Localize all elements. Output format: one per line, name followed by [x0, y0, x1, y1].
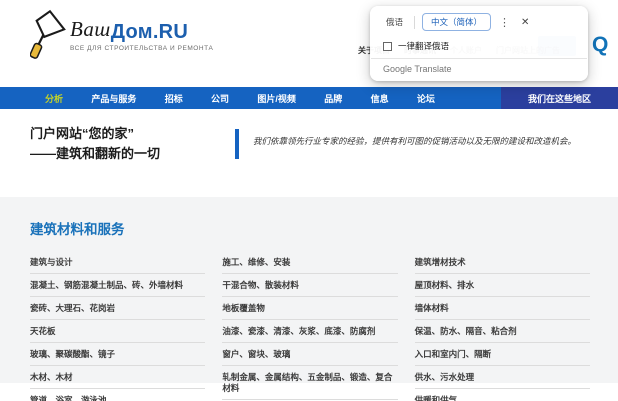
service-link[interactable]: 木材、木材 [30, 366, 206, 390]
service-link[interactable]: 天花板 [30, 320, 206, 344]
services-column-2: 施工、维修、安装 干混合物、散装材料 地板覆盖物 油漆、瓷漆、清漆、灰浆、底漆、防腐剂… [222, 251, 398, 401]
service-link[interactable]: 油漆、瓷漆、清漆、灰浆、底漆、防腐剂 [222, 320, 398, 344]
site-logo[interactable]: Ваш Дом.RU ВСЕ ДЛЯ СТРОИТЕЛЬСТВА И РЕМОНТ… [30, 9, 213, 61]
services-section: 建筑材料和服务 建筑与设计 混凝土、钢筋混凝土制品、砖、外墙材料 瓷砖、大理石、花岗… [0, 197, 618, 401]
service-link[interactable]: 混凝土、钢筋混凝土制品、砖、外墙材料 [30, 274, 206, 298]
services-title: 建筑材料和服务 [30, 222, 125, 237]
translate-target-tab[interactable]: 中文（简体） [422, 13, 492, 31]
nav-item[interactable]: 公司 [211, 92, 229, 105]
hero: 门户网站“您的家” ——建筑和翻新的一切 我们依靠领先行业专家的经验，提供有利可… [0, 109, 618, 197]
services-column-3: 建筑增材技术 屋顶材料、排水 墙体材料 保温、防水、隔音、粘合剂 入口和室内门、隔断 供水… [414, 251, 590, 401]
trowel-icon [30, 9, 66, 59]
service-link[interactable]: 建筑增材技术 [414, 251, 590, 275]
close-icon[interactable]: ✕ [521, 17, 529, 28]
service-link[interactable]: 墙体材料 [414, 297, 590, 321]
kebab-menu-icon[interactable]: ⋮ [499, 16, 510, 29]
google-translate-popup: 俄语 中文（简体） ⋮ ✕ 一律翻译俄语 Google Translate [370, 6, 588, 81]
hero-quote: 我们依靠领先行业专家的经验，提供有利可图的促销活动以及无限的建设和改造机会。 [235, 129, 618, 197]
services-column-1: 建筑与设计 混凝土、钢筋混凝土制品、砖、外墙材料 瓷砖、大理石、花岗岩 天花板 玻璃、聚… [30, 251, 206, 401]
service-link[interactable]: 瓷砖、大理石、花岗岩 [30, 297, 206, 321]
google-translate-brand: Google Translate [383, 64, 452, 74]
always-translate-checkbox[interactable] [383, 41, 392, 51]
service-link[interactable]: 轧制金属、金属结构、五金制品、锻造、复合材料 [222, 366, 398, 401]
service-link[interactable]: 供暖和供气 [415, 389, 590, 401]
page-title: 门户网站“您的家” ——建筑和翻新的一切 [30, 126, 161, 162]
service-link[interactable]: 干混合物、散装材料 [222, 274, 398, 298]
translate-source-tab[interactable]: 俄语 [382, 13, 407, 31]
nav-item-regions[interactable]: 我们在这些地区 [500, 87, 618, 109]
logo-word-dom: Дом.RU [110, 21, 189, 43]
nav-item[interactable]: 论坛 [417, 92, 435, 105]
nav-item[interactable]: 招标 [165, 92, 183, 105]
service-link[interactable]: 入口和室内门、隔断 [414, 343, 590, 367]
header: Ваш Дом.RU ВСЕ ДЛЯ СТРОИТЕЛЬСТВА И РЕМОНТ… [0, 0, 618, 87]
service-link[interactable]: 供水、污水处理 [414, 366, 590, 390]
service-link[interactable]: 屋顶材料、排水 [414, 274, 590, 298]
service-link[interactable]: 管道、浴室、游泳池 [30, 389, 205, 401]
main-nav: 分析 产品与服务 招标 公司 图片/视频 品牌 信息 论坛 我们在这些地区 [0, 87, 618, 109]
service-link[interactable]: 地板覆盖物 [222, 297, 398, 321]
logo-tagline: ВСЕ ДЛЯ СТРОИТЕЛЬСТВА И РЕМОНТА [70, 45, 214, 52]
service-link[interactable]: 玻璃、聚碳酸酯、镜子 [30, 343, 206, 367]
nav-item[interactable]: 信息 [371, 92, 389, 105]
search-icon[interactable]: Q [592, 34, 608, 55]
always-translate-label: 一律翻译俄语 [398, 41, 450, 51]
service-link[interactable]: 建筑与设计 [30, 251, 206, 275]
divider [414, 15, 416, 29]
service-link[interactable]: 施工、维修、安装 [222, 251, 398, 275]
page: Ваш Дом.RU ВСЕ ДЛЯ СТРОИТЕЛЬСТВА И РЕМОНТ… [0, 0, 618, 401]
quote-text: 我们依靠领先行业专家的经验，提供有利可图的促销活动以及无限的建设和改造机会。 [253, 136, 577, 146]
nav-item[interactable]: 分析 [45, 92, 63, 105]
nav-item[interactable]: 品牌 [324, 92, 342, 105]
nav-item[interactable]: 产品与服务 [91, 92, 136, 105]
service-link[interactable]: 保温、防水、隔音、粘合剂 [414, 320, 590, 344]
service-link[interactable]: 窗户、窗块、玻璃 [222, 343, 398, 367]
nav-item[interactable]: 图片/视频 [257, 92, 296, 105]
logo-word-vash: Ваш [70, 17, 111, 41]
nav-items: 分析 产品与服务 招标 公司 图片/视频 品牌 信息 论坛 [0, 87, 435, 109]
quote-accent-bar [235, 129, 239, 159]
